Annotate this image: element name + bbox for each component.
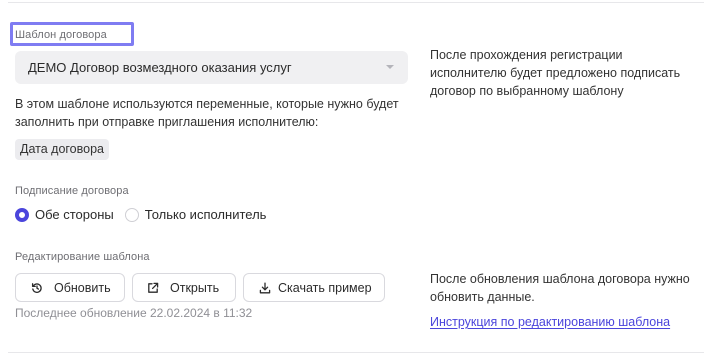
editing-section-label: Редактирование шаблона: [15, 251, 150, 263]
open-button[interactable]: Открыть: [132, 273, 236, 302]
radio-both-parties-label: Обе стороны: [35, 207, 114, 222]
radio-checked-icon: [15, 207, 29, 222]
chevron-down-icon: [386, 65, 394, 69]
radio-both-parties[interactable]: Обе стороны: [15, 207, 114, 222]
radio-contractor-only[interactable]: Только исполнитель: [124, 207, 267, 222]
variable-chip: Дата договора: [15, 139, 109, 160]
editing-side-note: После обновления шаблона договора нужно …: [430, 272, 690, 304]
template-select-value: ДЕМО Договор возмездного оказания услуг: [28, 60, 292, 75]
radio-unchecked-icon: [124, 207, 139, 222]
radio-contractor-only-label: Только исполнитель: [144, 207, 267, 222]
last-updated-text: Последнее обновление 22.02.2024 в 11:32: [15, 306, 253, 320]
instructions-link[interactable]: Инструкция по редактированию шаблона: [430, 315, 670, 329]
download-example-button[interactable]: Скачать пример: [243, 273, 385, 302]
open-button-label: Открыть: [170, 280, 220, 295]
refresh-button-label: Обновить: [54, 280, 111, 295]
top-divider: [8, 2, 704, 3]
download-example-button-label: Скачать пример: [278, 280, 372, 295]
external-link-icon: [146, 281, 160, 295]
refresh-button[interactable]: Обновить: [15, 273, 125, 302]
signing-section-label: Подписание договора: [15, 185, 129, 197]
bottom-divider: [8, 352, 704, 353]
template-side-note: После прохождения регистрации исполнител…: [430, 48, 681, 98]
download-icon: [258, 281, 272, 295]
template-section-label: Шаблон договора: [15, 29, 107, 41]
signing-radio-group: Обе стороны Только исполнитель: [15, 207, 277, 222]
template-select[interactable]: ДЕМО Договор возмездного оказания услуг: [15, 51, 408, 84]
variables-description: В этом шаблоне используются переменные, …: [15, 97, 399, 129]
refresh-icon: [30, 281, 44, 295]
